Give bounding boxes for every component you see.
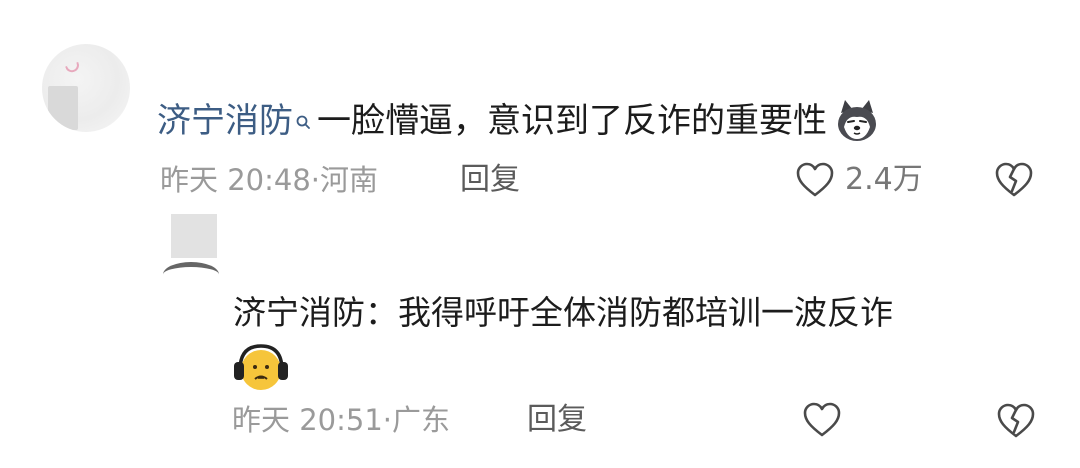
- like-count: 2.4万: [845, 162, 923, 197]
- search-badge-icon[interactable]: [295, 100, 313, 129]
- avatar-mark: [65, 61, 81, 75]
- avatar-shape: [171, 214, 217, 258]
- broken-heart-icon[interactable]: [996, 402, 1036, 440]
- reply-button[interactable]: 回复: [460, 158, 520, 202]
- comment-text: 一脸懵逼，意识到了反诈的重要性: [317, 101, 827, 141]
- dog-face-emoji-icon: [833, 97, 881, 145]
- heart-outline-icon[interactable]: [802, 401, 842, 439]
- avatar-shape: [48, 86, 78, 130]
- comment-line: 济宁消防 一脸懵逼，意识到了反诈的重要性: [157, 96, 881, 146]
- comment-time: 昨天 20:48: [160, 163, 311, 197]
- reply-time: 昨天 20:51: [232, 403, 383, 437]
- comment-thread: 济宁消防 一脸懵逼，意识到了反诈的重要性 昨天 20:48·河南 回复 2.4万…: [0, 0, 1080, 468]
- reply-meta: 昨天 20:51·广东: [232, 398, 450, 442]
- heart-outline-icon[interactable]: [795, 161, 835, 199]
- reply-location: 广东: [392, 403, 451, 437]
- meta-separator: ·: [382, 403, 393, 437]
- broken-heart-icon[interactable]: [994, 161, 1034, 199]
- avatar-mark: [163, 262, 219, 282]
- commenter-avatar[interactable]: [42, 44, 130, 132]
- comment-author[interactable]: 济宁消防: [157, 96, 293, 146]
- reply-avatar[interactable]: [161, 210, 223, 282]
- reply-button[interactable]: 回复: [527, 398, 587, 442]
- comment-meta: 昨天 20:48·河南: [160, 158, 378, 202]
- reply-text: 济宁消防：我得呼吁全体消防都培训一波反诈: [233, 293, 893, 332]
- headphones-face-emoji-icon: [232, 342, 290, 394]
- comment-location: 河南: [320, 163, 379, 197]
- meta-separator: ·: [310, 163, 321, 197]
